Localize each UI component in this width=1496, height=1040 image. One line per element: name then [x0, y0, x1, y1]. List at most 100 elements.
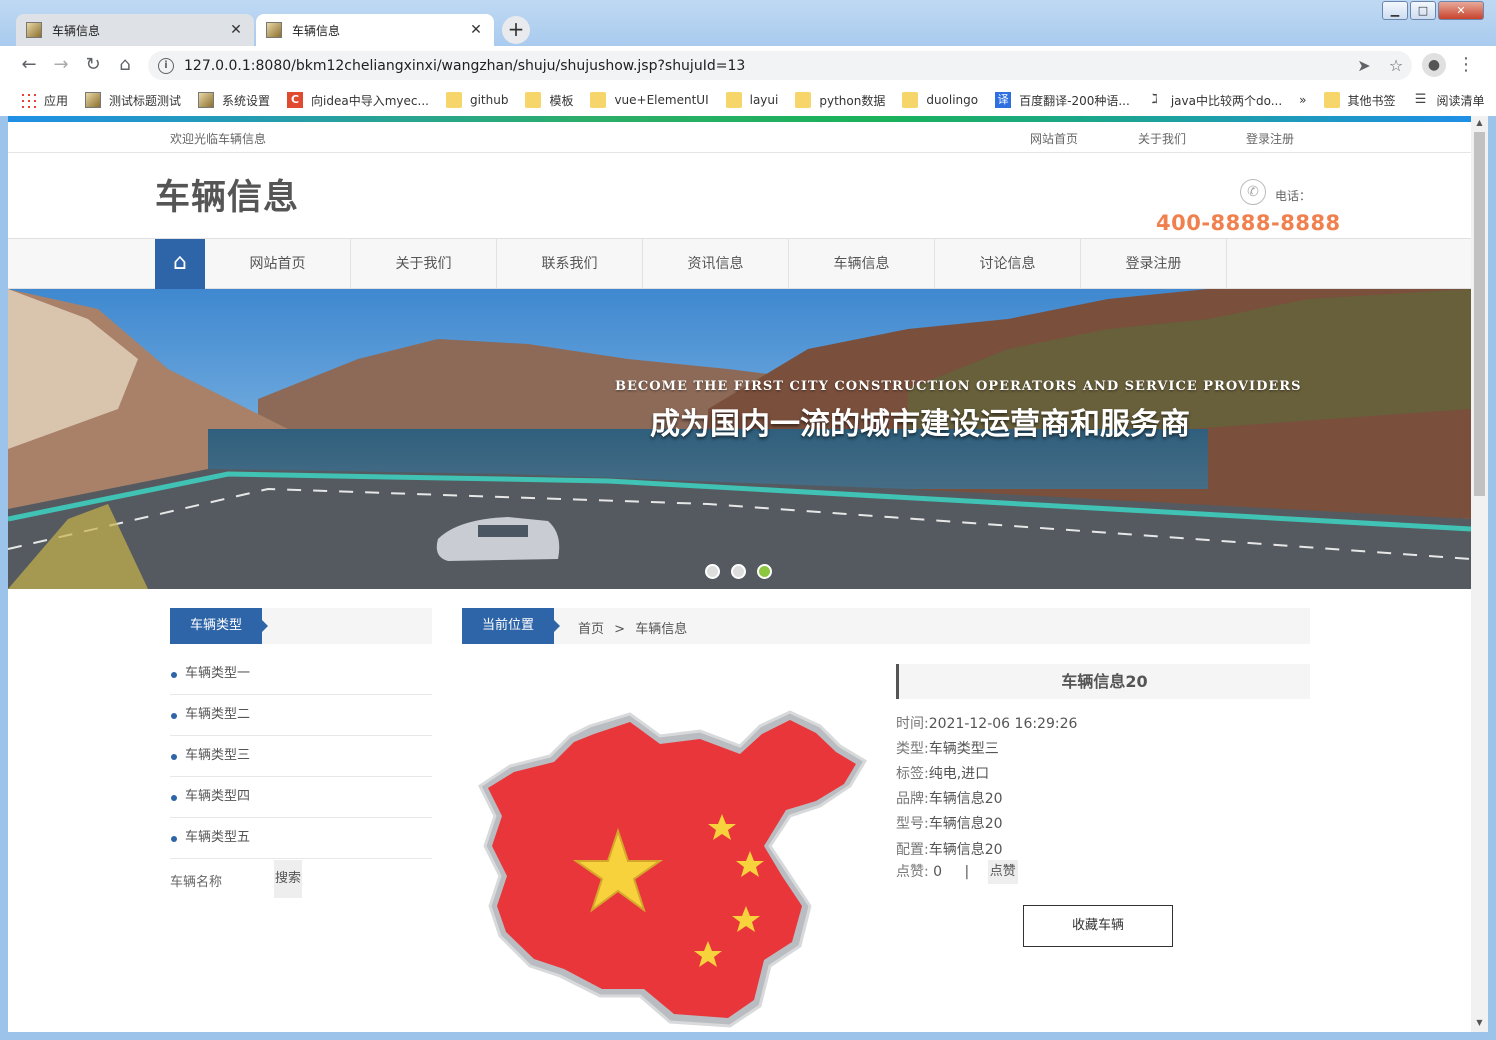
reload-icon[interactable]: ↻ [80, 52, 106, 78]
category-item[interactable]: 车辆类型四 [170, 777, 432, 818]
top-link-home[interactable]: 网站首页 [1030, 130, 1078, 147]
page-scrollbar[interactable]: ▲ ▼ [1471, 116, 1488, 1032]
apps-grid-icon [20, 92, 36, 108]
info-key: 标签: [896, 766, 929, 782]
bookmark-item[interactable]: C 向idea中导入myec... [287, 92, 429, 109]
category-item[interactable]: 车辆类型五 [170, 818, 432, 859]
address-bar[interactable]: i 127.0.0.1:8080/bkm12cheliangxinxi/wang… [148, 51, 1412, 80]
carousel-dot[interactable] [705, 564, 720, 579]
csdn-icon: C [287, 92, 304, 108]
browser-menu-icon[interactable]: ⋮ [1456, 52, 1476, 78]
breadcrumb-home-link[interactable]: 首页 [578, 622, 604, 637]
other-bookmarks[interactable]: 其他书签 [1323, 92, 1396, 109]
site-info-icon[interactable]: i [158, 57, 174, 74]
bookmark-star-icon[interactable]: ☆ [1380, 56, 1412, 75]
send-icon[interactable]: ➤ [1348, 56, 1380, 75]
reading-list-icon: ☰ [1414, 92, 1427, 107]
site-header: 车辆信息 ✆ 电话： 400-8888-8888 [8, 153, 1471, 239]
main-nav: ⌂ 网站首页 关于我们 联系我们 资讯信息 车辆信息 讨论信息 登录注册 [8, 239, 1471, 289]
carousel-dot-active[interactable] [757, 564, 772, 579]
info-value: 2021-12-06 16:29:26 [928, 716, 1078, 732]
browser-tab-1[interactable]: 车辆信息 ✕ [16, 14, 254, 46]
browser-tab-2[interactable]: 车辆信息 ✕ [256, 14, 494, 46]
page-favicon-icon [266, 22, 282, 38]
tab-close-icon[interactable]: ✕ [468, 22, 484, 38]
folder-icon [525, 92, 542, 108]
bookmark-item[interactable]: 译百度翻译-200种语... [995, 92, 1130, 109]
folder-icon [902, 92, 919, 108]
carousel-dot[interactable] [731, 564, 746, 579]
bookmark-folder[interactable]: layui [725, 92, 778, 108]
sidebar-title: 车辆类型 [170, 608, 269, 644]
back-arrow-icon[interactable]: ← [16, 52, 42, 78]
bookmark-item[interactable]: 系统设置 [198, 92, 270, 109]
info-key: 配置: [896, 842, 929, 858]
top-link-about[interactable]: 关于我们 [1138, 130, 1186, 147]
window-controls: ▁ □ ✕ [1380, 1, 1484, 20]
tab-close-icon[interactable]: ✕ [228, 22, 244, 38]
nav-item-about[interactable]: 关于我们 [351, 239, 497, 289]
bookmark-folder[interactable]: 模板 [525, 92, 573, 109]
like-button[interactable]: 点赞 [987, 860, 1018, 884]
scroll-down-arrow-icon[interactable]: ▼ [1471, 1018, 1488, 1027]
scrollbar-thumb[interactable] [1474, 132, 1485, 496]
minimize-button[interactable]: ▁ [1382, 1, 1408, 20]
breadcrumb-separator: > [614, 622, 626, 637]
top-link-login[interactable]: 登录注册 [1246, 130, 1294, 147]
favorite-button[interactable]: 收藏车辆 [1023, 905, 1173, 947]
folder-icon [725, 92, 742, 108]
bookmark-folder[interactable]: duolingo [902, 92, 978, 108]
info-row-time: 时间:2021-12-06 16:29:26 [896, 713, 1077, 733]
bookmark-folder[interactable]: vue+ElementUI [590, 92, 709, 108]
nav-item-home[interactable]: 网站首页 [205, 239, 351, 289]
category-item[interactable]: 车辆类型三 [170, 736, 432, 777]
bookmark-folder[interactable]: python数据 [795, 92, 885, 109]
vehicle-image [478, 710, 868, 1028]
home-icon[interactable]: ⌂ [155, 239, 205, 289]
bookmark-folder[interactable]: github [445, 92, 508, 108]
reading-list[interactable]: ☰ 阅读清单 [1413, 92, 1485, 109]
close-window-button[interactable]: ✕ [1438, 1, 1484, 20]
home-icon[interactable]: ⌂ [112, 52, 138, 78]
bookmark-item[interactable]: ℷ java中比较两个do... [1147, 92, 1282, 109]
folder-icon [795, 92, 812, 108]
info-key: 品牌: [896, 791, 929, 807]
page-viewport: 欢迎光临车辆信息 网站首页 关于我们 登录注册 车辆信息 ✆ 电话： 400-8… [8, 116, 1488, 1032]
folder-icon [590, 92, 607, 108]
vehicle-title: 车辆信息20 [896, 664, 1310, 699]
scroll-up-arrow-icon[interactable]: ▲ [1471, 118, 1488, 127]
nav-item-discussion[interactable]: 讨论信息 [935, 239, 1081, 289]
baidu-icon: ℷ [1151, 92, 1158, 107]
bookmarks-overflow-button[interactable]: » [1299, 93, 1306, 107]
sidebar-header: 车辆类型 [170, 608, 432, 644]
likes-label: 点赞: [896, 864, 929, 880]
info-value: 车辆类型三 [928, 741, 999, 757]
category-item[interactable]: 车辆类型二 [170, 695, 432, 736]
breadcrumb-label: 当前位置 [462, 608, 561, 644]
translate-icon: 译 [995, 92, 1012, 108]
bookmark-apps[interactable]: 应用 [20, 92, 68, 109]
info-row-brand: 品牌:车辆信息20 [896, 788, 1003, 808]
search-button[interactable]: 搜索 [274, 860, 302, 898]
info-row-model: 型号:车辆信息20 [896, 813, 1003, 833]
bookmark-item[interactable]: 测试标题测试 [85, 92, 181, 109]
category-list: 车辆类型一 车辆类型二 车辆类型三 车辆类型四 车辆类型五 [170, 654, 432, 859]
likes-separator: | [964, 864, 970, 880]
profile-avatar-icon[interactable]: ● [1422, 53, 1446, 77]
url-text[interactable]: 127.0.0.1:8080/bkm12cheliangxinxi/wangzh… [184, 58, 1348, 74]
nav-item-vehicles[interactable]: 车辆信息 [789, 239, 935, 289]
breadcrumb: 当前位置 首页 > 车辆信息 [462, 608, 1310, 644]
tab-title: 车辆信息 [52, 23, 101, 38]
phone-number: 400-8888-8888 [1156, 211, 1341, 235]
maximize-button[interactable]: □ [1410, 1, 1436, 20]
category-item[interactable]: 车辆类型一 [170, 654, 432, 695]
nav-item-contact[interactable]: 联系我们 [497, 239, 643, 289]
tab-title: 车辆信息 [292, 23, 341, 38]
nav-item-login[interactable]: 登录注册 [1081, 239, 1227, 289]
forward-arrow-icon[interactable]: → [48, 52, 74, 78]
breadcrumb-path: 首页 > 车辆信息 [578, 618, 687, 637]
new-tab-button[interactable]: + [502, 16, 530, 44]
site-logo[interactable]: 车辆信息 [155, 169, 299, 220]
nav-item-news[interactable]: 资讯信息 [643, 239, 789, 289]
info-row-likes: 点赞: 0 | 点赞 [896, 860, 1018, 884]
